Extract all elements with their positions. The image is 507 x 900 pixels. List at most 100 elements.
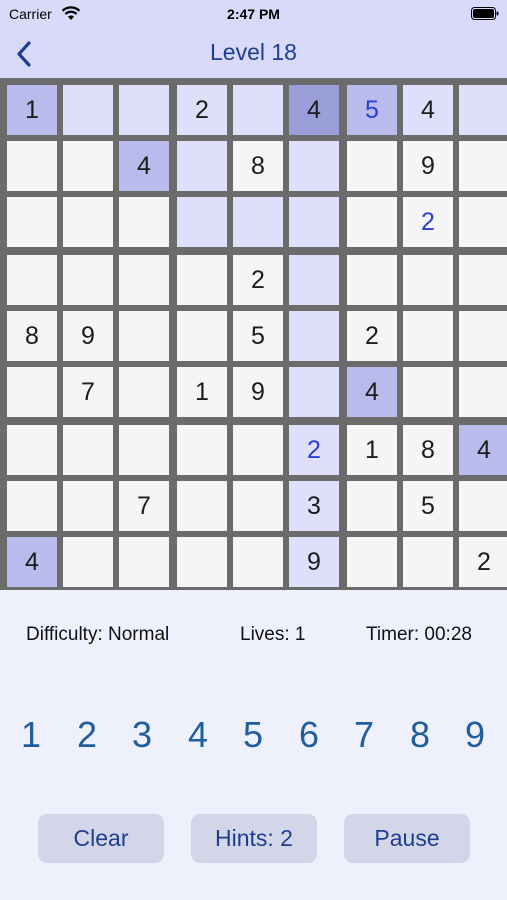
sudoku-cell[interactable] [177,537,227,587]
sudoku-cell[interactable]: 9 [289,537,339,587]
sudoku-cell[interactable] [289,367,339,417]
sudoku-cell[interactable] [233,425,283,475]
sudoku-cell[interactable] [119,255,169,305]
sudoku-cell[interactable]: 8 [233,141,283,191]
sudoku-cell[interactable]: 4 [289,85,339,135]
sudoku-cell[interactable] [63,425,113,475]
sudoku-cell[interactable] [7,255,57,305]
sudoku-cell[interactable] [63,481,113,531]
sudoku-cell[interactable] [347,537,397,587]
status-bar: Carrier 2:47 PM [0,0,507,30]
game-info-bar: Difficulty: Normal Lives: 1 Timer: 00:28 [0,620,507,650]
sudoku-cell[interactable]: 9 [403,141,453,191]
sudoku-cell[interactable] [403,367,453,417]
sudoku-cell[interactable] [177,481,227,531]
sudoku-cell[interactable]: 2 [177,85,227,135]
sudoku-cell[interactable] [177,141,227,191]
sudoku-cell[interactable] [7,425,57,475]
sudoku-cell[interactable] [177,255,227,305]
sudoku-cell[interactable] [177,425,227,475]
sudoku-cell[interactable]: 3 [289,481,339,531]
sudoku-cell[interactable] [119,85,169,135]
sudoku-cell[interactable] [459,85,507,135]
sudoku-cell[interactable] [177,311,227,361]
sudoku-cell[interactable] [7,367,57,417]
difficulty-label: Difficulty: Normal [26,624,170,645]
sudoku-cell[interactable]: 9 [233,367,283,417]
sudoku-cell[interactable]: 8 [403,425,453,475]
sudoku-cell[interactable] [233,481,283,531]
numpad-key[interactable]: 1 [9,710,53,760]
sudoku-cell[interactable] [289,311,339,361]
sudoku-cell[interactable] [177,197,227,247]
level-title: Level 18 [210,39,297,65]
sudoku-cell[interactable] [63,255,113,305]
numpad-key[interactable]: 6 [287,710,331,760]
hints-button[interactable]: Hints: 2 [191,814,317,863]
sudoku-cell[interactable] [347,481,397,531]
sudoku-cell[interactable] [119,311,169,361]
status-time: 2:47 PM [227,6,280,22]
numpad-key[interactable]: 7 [342,710,386,760]
sudoku-cell[interactable]: 5 [403,481,453,531]
sudoku-cell[interactable]: 2 [347,311,397,361]
sudoku-cell[interactable]: 8 [7,311,57,361]
sudoku-cell[interactable] [63,197,113,247]
sudoku-cell[interactable]: 1 [347,425,397,475]
lives-label: Lives: 1 [240,624,306,645]
sudoku-cell[interactable] [63,537,113,587]
sudoku-cell[interactable] [347,141,397,191]
numpad-key[interactable]: 8 [398,710,442,760]
sudoku-cell[interactable]: 4 [119,141,169,191]
numpad-key[interactable]: 4 [176,710,220,760]
sudoku-cell[interactable] [7,141,57,191]
sudoku-cell[interactable]: 2 [233,255,283,305]
sudoku-cell[interactable]: 4 [347,367,397,417]
sudoku-cell[interactable] [119,197,169,247]
numpad-key[interactable]: 5 [231,710,275,760]
sudoku-cell[interactable] [347,197,397,247]
sudoku-cell[interactable] [233,537,283,587]
sudoku-cell[interactable]: 1 [177,367,227,417]
pause-button[interactable]: Pause [344,814,470,863]
sudoku-cell[interactable] [459,141,507,191]
sudoku-cell[interactable] [347,255,397,305]
sudoku-cell[interactable] [7,481,57,531]
sudoku-cell[interactable] [289,141,339,191]
sudoku-cell[interactable] [7,197,57,247]
sudoku-cell[interactable]: 1 [7,85,57,135]
clear-button[interactable]: Clear [38,814,164,863]
sudoku-cell[interactable] [233,197,283,247]
sudoku-cell[interactable] [289,197,339,247]
sudoku-cell[interactable]: 2 [289,425,339,475]
sudoku-cell[interactable]: 9 [63,311,113,361]
sudoku-cell[interactable] [63,141,113,191]
sudoku-cell[interactable] [403,537,453,587]
sudoku-cell[interactable] [289,255,339,305]
nav-bar: Level 18 [0,30,507,78]
sudoku-cell[interactable]: 2 [459,537,507,587]
sudoku-cell[interactable] [233,85,283,135]
sudoku-cell[interactable] [119,367,169,417]
sudoku-cell[interactable] [459,367,507,417]
sudoku-cell[interactable]: 5 [233,311,283,361]
sudoku-cell[interactable] [459,255,507,305]
numpad-key[interactable]: 3 [120,710,164,760]
numpad-key[interactable]: 9 [453,710,497,760]
sudoku-cell[interactable]: 4 [459,425,507,475]
sudoku-cell[interactable] [403,255,453,305]
sudoku-cell[interactable]: 5 [347,85,397,135]
numpad-key[interactable]: 2 [65,710,109,760]
sudoku-cell[interactable] [119,537,169,587]
sudoku-cell[interactable] [119,425,169,475]
sudoku-cell[interactable] [459,311,507,361]
sudoku-cell[interactable]: 4 [7,537,57,587]
sudoku-cell[interactable] [459,197,507,247]
sudoku-cell[interactable]: 2 [403,197,453,247]
sudoku-cell[interactable]: 7 [63,367,113,417]
sudoku-cell[interactable] [403,311,453,361]
sudoku-cell[interactable]: 7 [119,481,169,531]
sudoku-cell[interactable]: 4 [403,85,453,135]
sudoku-cell[interactable] [63,85,113,135]
sudoku-cell[interactable] [459,481,507,531]
